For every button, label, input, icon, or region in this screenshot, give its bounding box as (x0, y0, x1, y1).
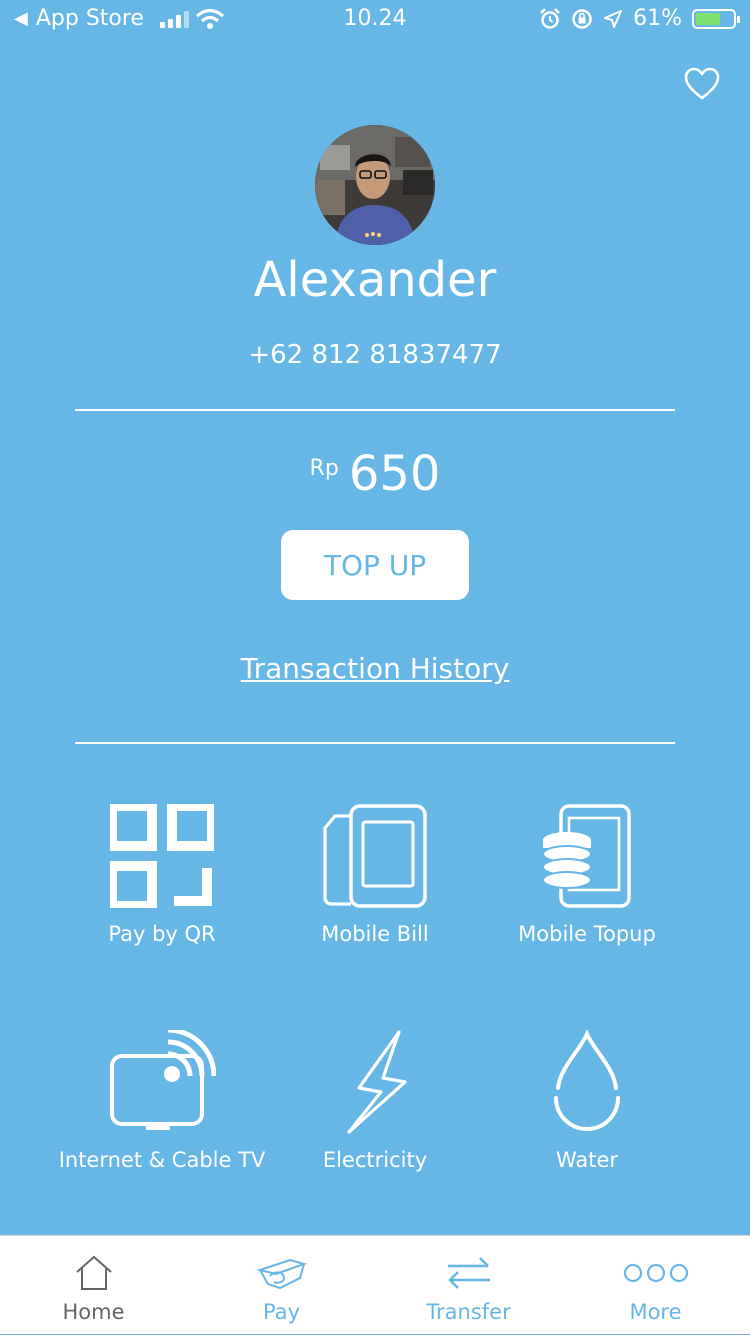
service-label: Pay by QR (108, 922, 216, 946)
profile-name: Alexander (253, 252, 497, 308)
status-bar: ◀ App Store 10.24 61% (0, 0, 750, 40)
tab-label: Transfer (426, 1300, 511, 1324)
water-drop-icon (554, 1030, 620, 1131)
battery-percent: 61% (633, 6, 682, 31)
heart-icon[interactable] (682, 64, 722, 104)
lightning-icon (347, 1030, 407, 1134)
divider-top (75, 409, 675, 411)
qr-icon (110, 804, 214, 908)
service-label: Mobile Topup (518, 922, 656, 946)
more-icon (623, 1263, 688, 1283)
tv-wifi-icon (110, 1030, 216, 1130)
tab-label: More (629, 1300, 682, 1324)
location-arrow-icon (604, 9, 623, 28)
divider-bottom (75, 742, 675, 744)
service-internet-cable-tv[interactable]: Internet & Cable TV (47, 1030, 277, 1172)
transaction-history: Transaction History (0, 652, 750, 685)
battery-icon (692, 8, 740, 29)
top-up-button[interactable]: TOP UP (281, 530, 469, 600)
wallet-screen: ◀ App Store 10.24 61% Alexander +62 812 … (0, 0, 750, 1334)
service-water[interactable]: Water (472, 1030, 702, 1172)
service-label: Internet & Cable TV (58, 1148, 266, 1172)
transfer-icon (447, 1257, 490, 1289)
tab-pay[interactable]: Pay (188, 1236, 375, 1335)
balance-amount: 650 (348, 446, 441, 502)
tab-label: Pay (262, 1300, 301, 1324)
service-pay-by-qr[interactable]: Pay by QR (47, 804, 277, 946)
alarm-icon (540, 7, 560, 29)
tab-transfer[interactable]: Transfer (375, 1236, 562, 1335)
home-icon (75, 1255, 112, 1290)
profile-phone: +62 812 81837477 (248, 340, 502, 370)
service-electricity[interactable]: Electricity (260, 1030, 490, 1172)
service-label: Electricity (322, 1148, 428, 1172)
service-label: Mobile Bill (321, 922, 429, 946)
bottom-tab-bar: Home Pay Transfer More (0, 1235, 750, 1334)
rotation-lock-icon (572, 8, 592, 29)
tab-home[interactable]: Home (0, 1236, 187, 1335)
tab-label: Home (62, 1300, 125, 1324)
status-right: 61% (539, 6, 740, 31)
service-mobile-topup[interactable]: Mobile Topup (472, 804, 702, 946)
avatar[interactable] (315, 125, 435, 245)
balance: Rp 650 (0, 446, 750, 502)
mobile-bill-icon (323, 804, 427, 908)
transaction-history-link[interactable]: Transaction History (241, 652, 510, 685)
mobile-topup-icon (542, 804, 631, 908)
service-label: Water (555, 1148, 619, 1172)
tab-more[interactable]: More (562, 1236, 749, 1335)
service-mobile-bill[interactable]: Mobile Bill (260, 804, 490, 946)
pay-card-icon (255, 1258, 307, 1290)
balance-currency: Rp (309, 456, 339, 481)
